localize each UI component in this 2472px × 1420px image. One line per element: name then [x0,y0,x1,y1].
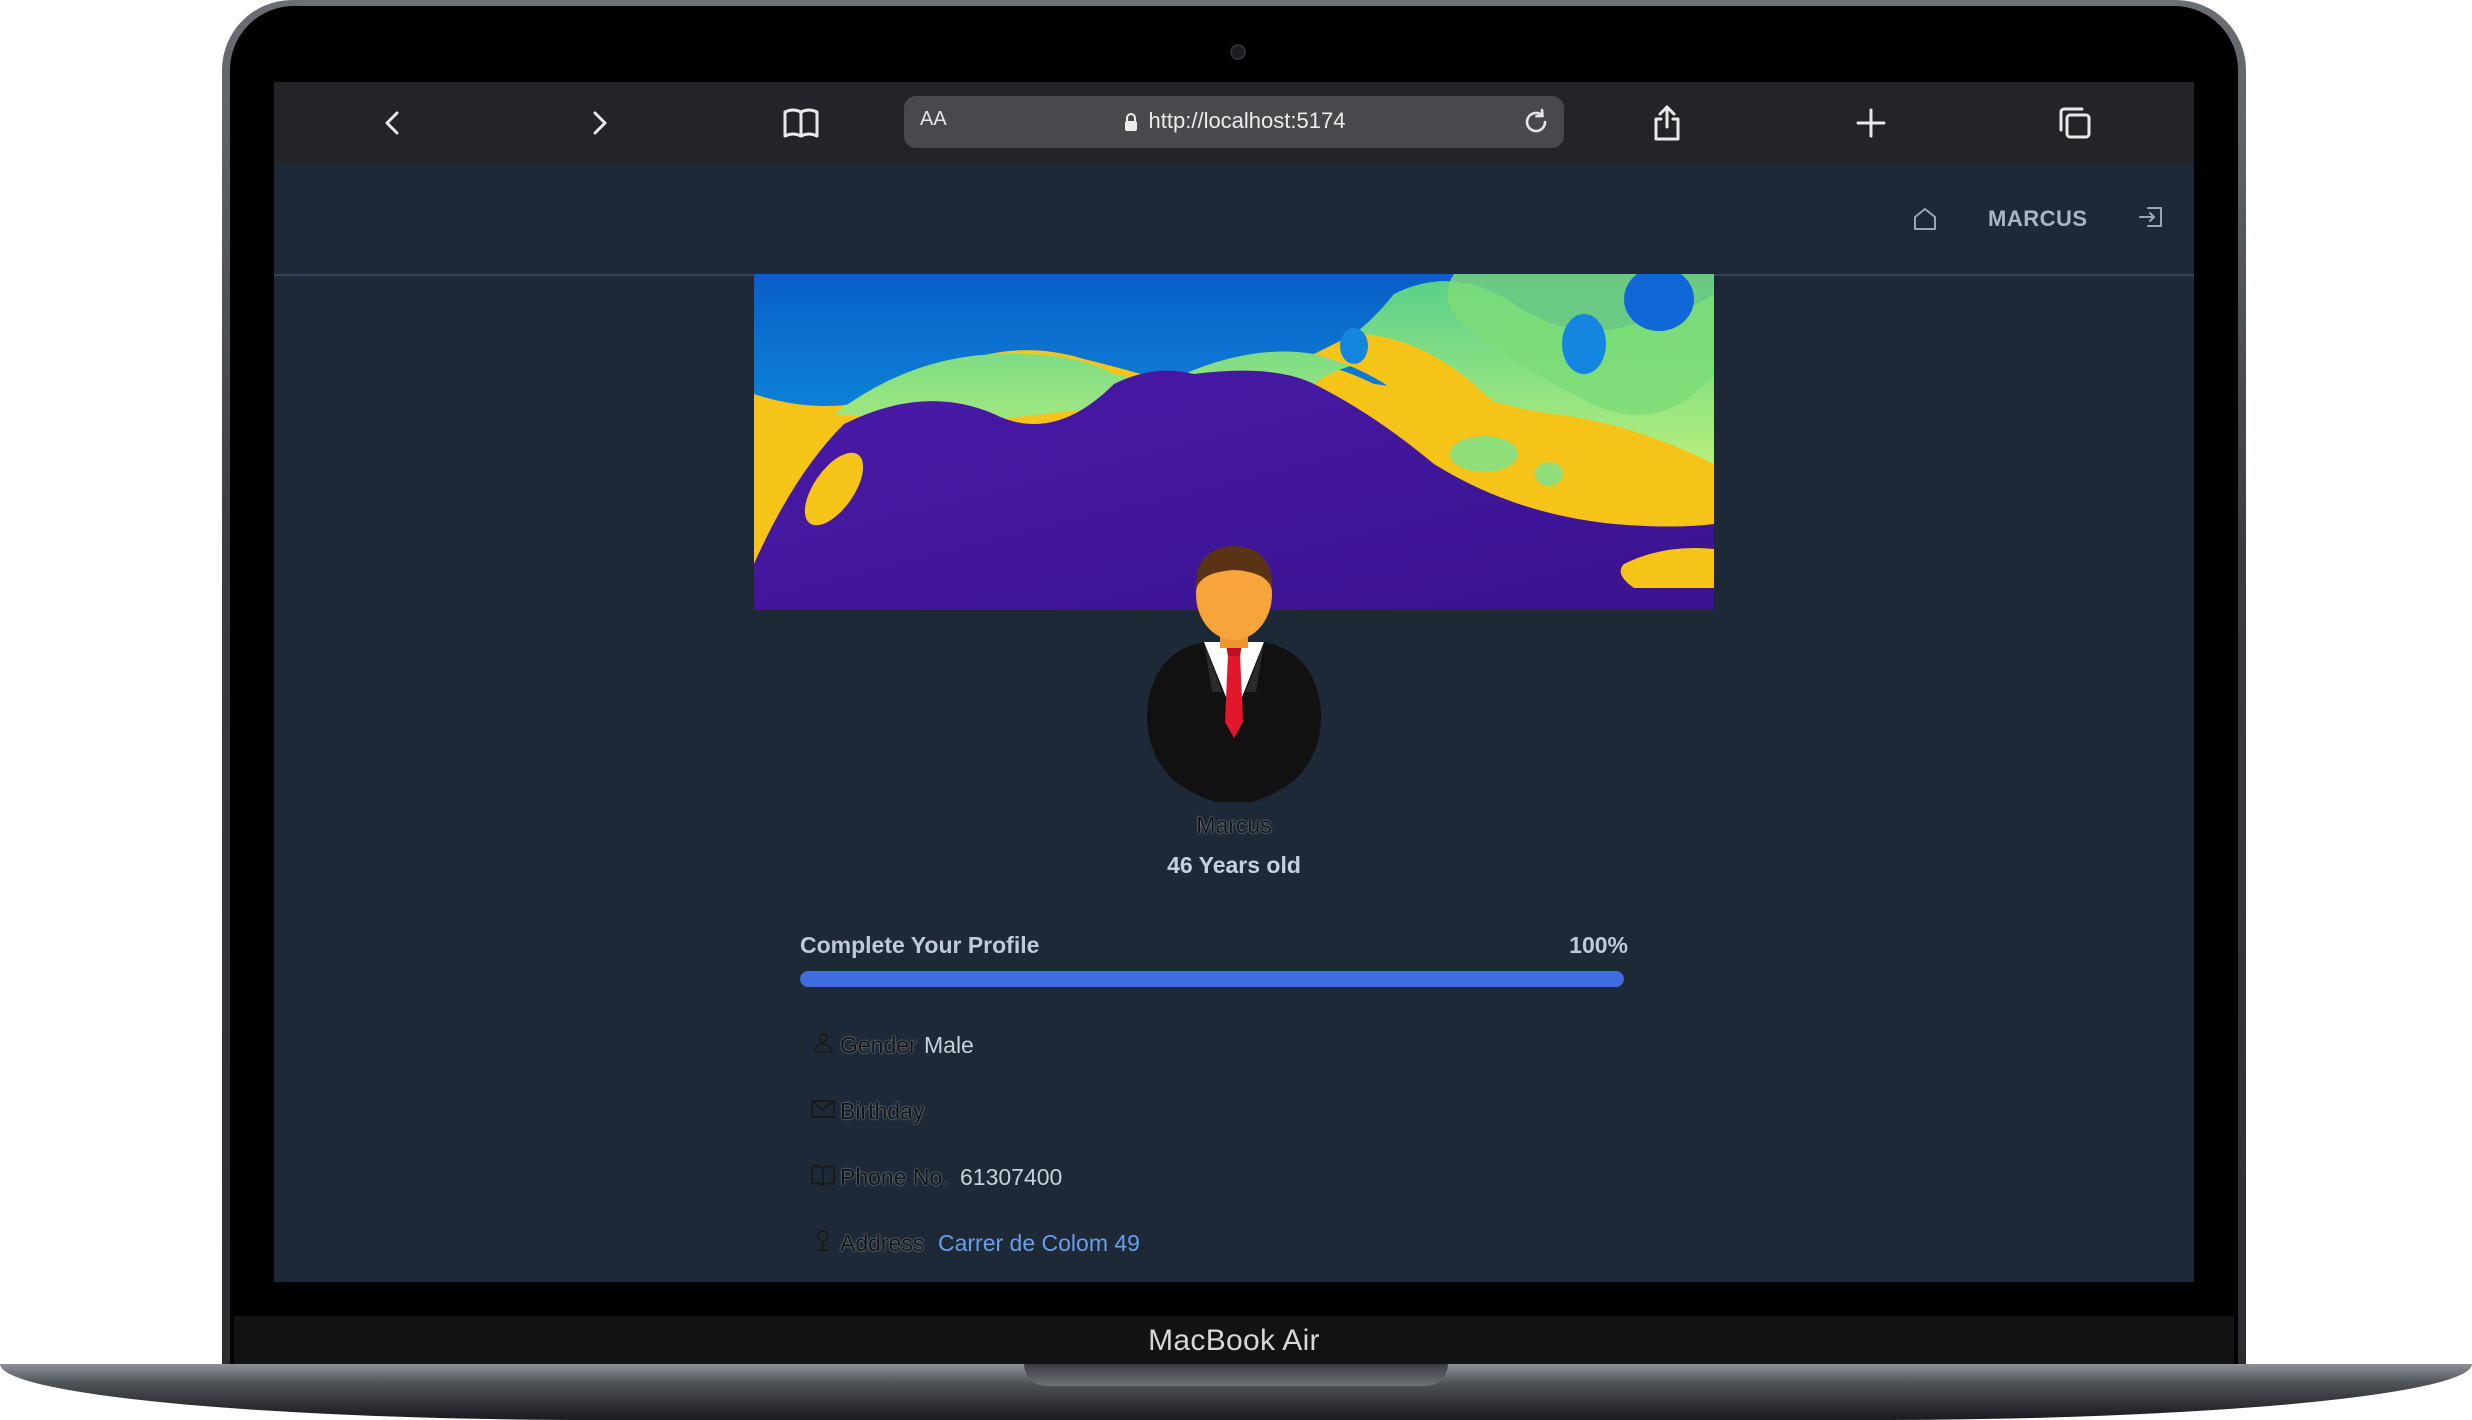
share-icon [1654,105,1680,141]
phone-label: Phone No. [840,1164,949,1190]
browser-toolbar: AA http://localhost:5174 [274,82,2194,164]
address-link[interactable]: Carrer de Colom 49 [938,1230,1140,1257]
progress-fill [800,971,1624,987]
reload-icon [1525,108,1547,133]
address-bar[interactable]: AA http://localhost:5174 [904,96,1564,148]
plus-icon [1856,108,1886,138]
tabs-button[interactable] [2050,98,2100,148]
envelope-icon [811,1100,835,1118]
person-icon [812,1033,834,1053]
lock-icon [1124,113,1137,132]
gender-value: Male [924,1032,974,1058]
new-tab-button[interactable] [1846,98,1896,148]
address-label: Address [840,1230,925,1256]
progress-label: Complete Your Profile [800,932,1040,958]
gender-label: Gender [840,1032,917,1058]
book-icon [783,108,819,138]
tabs-icon [2059,107,2091,139]
back-button[interactable] [368,98,418,148]
url-text: http://localhost:5174 [1148,108,1346,133]
chevron-left-icon [385,111,399,135]
screen: AA http://localhost:5174 MARCUS Marcus 4… [274,82,2194,1282]
device-label: MacBook Air [1148,1324,1320,1357]
laptop-notch [1024,1364,1448,1386]
avatar [1146,546,1322,802]
bookmarks-button[interactable] [776,98,826,148]
nav-username-link[interactable]: MARCUS [1988,206,2088,232]
laptop-chin: MacBook Air [234,1316,2234,1364]
phone-value: 61307400 [960,1164,1063,1190]
pin-icon [817,1230,829,1251]
book-icon [811,1165,835,1187]
forward-button[interactable] [574,98,624,148]
profile-name: Marcus [1196,812,1272,838]
profile-age: 46 Years old [1167,852,1301,878]
logout-icon[interactable] [2136,202,2166,232]
chevron-right-icon [593,111,607,135]
profile-progress-bar [800,971,1624,987]
progress-percent: 100% [1569,932,1628,958]
birthday-label: Birthday [840,1098,925,1124]
share-button[interactable] [1642,98,1692,148]
reload-button[interactable] [1518,104,1554,140]
home-icon[interactable] [1910,204,1940,234]
camera-icon [1230,44,1246,60]
app-navbar: MARCUS [274,164,2194,276]
